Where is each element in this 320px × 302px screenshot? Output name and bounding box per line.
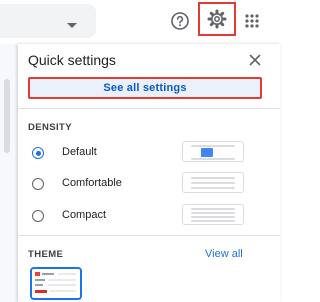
scrollbar-thumb[interactable] <box>4 79 10 153</box>
radio-button-default[interactable] <box>32 147 44 159</box>
density-option-comfortable[interactable]: Comfortable <box>32 172 262 193</box>
density-option-compact[interactable]: Compact <box>32 204 262 225</box>
density-preview-compact <box>182 204 244 225</box>
theme-label: THEME <box>28 249 64 260</box>
see-all-settings-button[interactable]: See all settings <box>28 77 262 99</box>
page-background <box>0 44 18 302</box>
radio-button-comfortable[interactable] <box>32 178 44 190</box>
apps-button[interactable] <box>240 9 264 33</box>
density-preview-comfortable <box>182 172 244 193</box>
quick-settings-panel: Quick settings See all settings DENSITY … <box>18 44 280 302</box>
help-icon <box>171 12 189 30</box>
apps-grid-icon <box>245 14 259 28</box>
density-option-label: Default <box>62 146 97 158</box>
theme-thumbnail-default[interactable] <box>30 267 82 300</box>
gear-icon <box>207 9 227 29</box>
divider <box>18 235 280 236</box>
density-option-label: Comfortable <box>62 177 122 189</box>
mail-preview-image <box>32 269 80 298</box>
close-icon <box>249 54 261 66</box>
help-button[interactable] <box>168 9 192 33</box>
density-label: DENSITY <box>28 122 72 133</box>
view-all-themes-link[interactable]: View all <box>205 248 243 260</box>
close-button[interactable] <box>247 52 263 68</box>
search-options-dropdown[interactable] <box>0 4 96 38</box>
density-option-label: Compact <box>62 209 107 221</box>
top-bar <box>0 0 280 44</box>
density-preview-default <box>182 141 244 162</box>
divider <box>18 108 280 109</box>
density-option-default[interactable]: Default <box>32 141 262 162</box>
chevron-down-icon[interactable] <box>67 23 77 28</box>
settings-button[interactable] <box>198 2 236 36</box>
radio-button-compact[interactable] <box>32 210 44 222</box>
panel-title: Quick settings <box>28 52 116 68</box>
